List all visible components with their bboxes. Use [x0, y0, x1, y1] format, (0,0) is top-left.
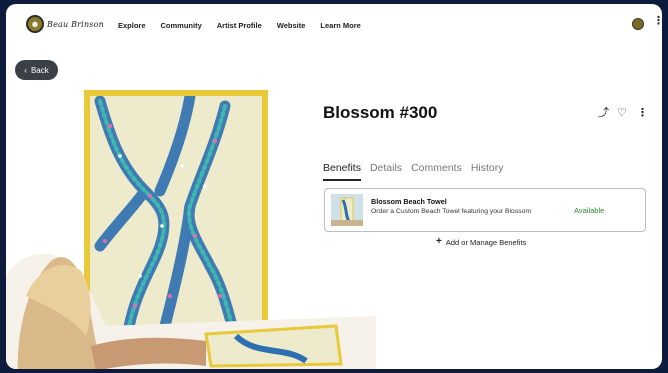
tab-comments[interactable]: Comments [411, 162, 462, 181]
heart-icon[interactable]: ♡ [617, 108, 627, 119]
tab-history[interactable]: History [471, 162, 504, 181]
share-icon[interactable]: ⤴ [598, 108, 609, 119]
logo-icon: ☻ [26, 15, 44, 33]
nav-link-website[interactable]: Website [277, 21, 306, 30]
nav-link-explore[interactable]: Explore [118, 21, 146, 30]
app-window: ☻ Beau Brinson Explore Community Artist … [6, 4, 662, 369]
benefit-card[interactable]: Blossom Beach Towel Order a Custom Beach… [324, 188, 646, 232]
nav-link-artist-profile[interactable]: Artist Profile [217, 21, 262, 30]
benefit-description: Order a Custom Beach Towel featuring you… [371, 208, 532, 215]
beach-towel-photo [6, 253, 376, 369]
benefit-thumbnail [331, 194, 363, 226]
add-manage-benefits-link[interactable]: + Add or Manage Benefits [436, 237, 526, 247]
back-button-label: Back [30, 65, 49, 75]
plus-icon: + [436, 236, 442, 247]
add-manage-benefits-label: Add or Manage Benefits [445, 237, 527, 247]
nav-link-community[interactable]: Community [161, 21, 202, 30]
top-nav: ☻ Beau Brinson Explore Community Artist … [6, 4, 662, 44]
nav-link-learn-more[interactable]: Learn More [320, 21, 360, 30]
back-button[interactable]: ‹ Back [15, 60, 58, 80]
item-title: Blossom #300 [323, 103, 438, 122]
more-options-icon[interactable]: ⋮ [637, 108, 648, 119]
user-avatar[interactable] [632, 18, 644, 30]
chevron-left-icon: ‹ [24, 65, 27, 75]
benefit-status-badge: Available [574, 206, 605, 215]
benefit-name: Blossom Beach Towel [371, 197, 447, 206]
item-tabs: Benefits Details Comments History [323, 162, 504, 181]
nav-links: Explore Community Artist Profile Website… [118, 21, 361, 30]
logo-text: Beau Brinson [47, 19, 104, 29]
brand-logo[interactable]: ☻ Beau Brinson [26, 15, 104, 33]
nav-more-icon[interactable]: ⋮ [653, 16, 662, 27]
tab-details[interactable]: Details [370, 162, 402, 181]
tab-benefits[interactable]: Benefits [323, 162, 361, 181]
